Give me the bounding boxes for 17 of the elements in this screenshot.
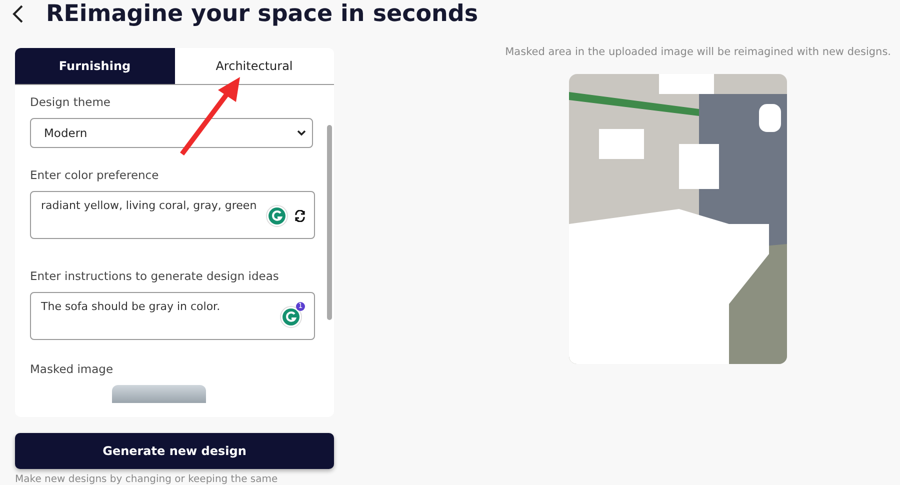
field-label: Enter instructions to generate design ideas: [30, 269, 280, 283]
theme-select[interactable]: Modern: [30, 118, 313, 148]
preview-caption: Masked area in the uploaded image will be reimagined with new designs.: [505, 46, 891, 58]
grammarly-icon[interactable]: [266, 205, 288, 227]
grammarly-icon[interactable]: [280, 306, 302, 328]
tab[interactable]: Furnishing: [15, 48, 174, 84]
generate-button[interactable]: Generate new design: [15, 433, 334, 469]
scrollbar-thumb[interactable]: [327, 125, 332, 320]
chevron-icon: [297, 130, 306, 136]
refresh-icon[interactable]: [294, 210, 306, 222]
back-icon[interactable]: [12, 4, 24, 24]
color-input-field[interactable]: radiant yellow, living coral, gray, green: [30, 191, 315, 239]
field-label: Design theme: [30, 95, 112, 109]
page-title: REimagine your space in seconds: [46, 1, 478, 27]
field-label: Enter color preference: [30, 168, 160, 182]
field-label: Masked image: [30, 362, 114, 376]
help-text: Make new designs by changing or keeping the same: [15, 474, 279, 485]
